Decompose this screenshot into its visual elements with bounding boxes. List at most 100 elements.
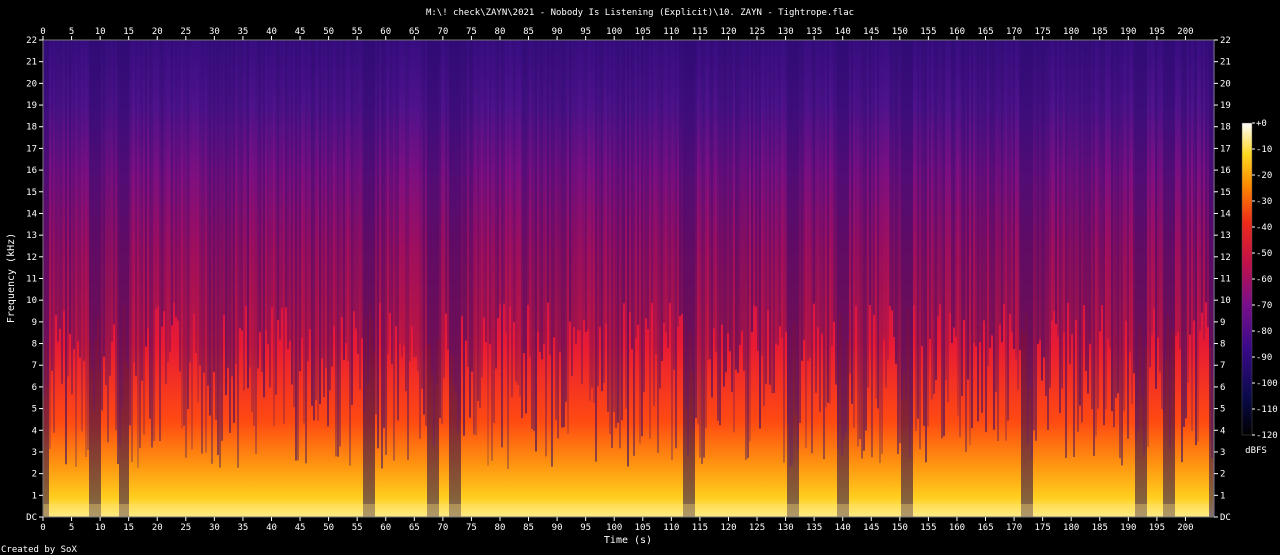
spectrogram-column — [615, 40, 617, 428]
spectrogram-column — [581, 40, 583, 384]
spectrogram-column-dip — [371, 318, 373, 517]
spectrogram-column — [1073, 40, 1075, 457]
spectrogram-column — [165, 40, 167, 384]
spectrogram-column — [1093, 40, 1095, 456]
y-tick-label-right: 2 — [1220, 470, 1225, 480]
spectrogram-column — [1125, 40, 1127, 321]
spectrogram-column — [533, 40, 535, 432]
spectrogram-column — [1051, 40, 1053, 321]
y-tick-label-right: 3 — [1220, 448, 1225, 458]
x-tick-label-bottom: 40 — [266, 523, 277, 533]
spectrogram-column-dip — [1209, 347, 1211, 517]
spectrogram-column — [161, 40, 163, 327]
spectrogram-column — [877, 40, 879, 409]
spectrogram-column — [923, 40, 925, 426]
spectrogram-column-dip — [847, 340, 849, 517]
spectrogram-column — [221, 40, 223, 441]
spectrogram-column — [293, 40, 295, 408]
spectrogram-column — [709, 40, 711, 360]
spectrogram-column — [1183, 40, 1185, 427]
y-tick-label-right: 9 — [1220, 318, 1225, 328]
spectrogram-column — [541, 40, 543, 360]
spectrogram-column — [897, 40, 899, 455]
colorbar-tick-label: -100 — [1256, 379, 1278, 389]
spectrogram-column — [1097, 40, 1099, 409]
spectrogram-column — [853, 40, 855, 428]
spectrogram-column — [979, 40, 981, 342]
spectrogram-column — [505, 40, 507, 333]
x-tick-label-bottom: 50 — [323, 523, 334, 533]
x-tick-label-top: 45 — [295, 27, 306, 37]
spectrogram-column — [773, 40, 775, 394]
spectrogram-column — [47, 40, 49, 387]
x-tick-label-top: 170 — [1006, 27, 1022, 37]
spectrogram-column — [385, 40, 387, 455]
x-tick-label-bottom: 30 — [209, 523, 220, 533]
spectrogram-column — [351, 40, 353, 405]
spectrogram-column — [675, 40, 677, 449]
spectrogram-column — [1189, 40, 1191, 335]
x-tick-label-top: 165 — [977, 27, 993, 37]
spectrogram-column — [529, 40, 531, 357]
spectrogram-column — [75, 40, 77, 467]
spectrogram-column — [1045, 40, 1047, 396]
x-tick-label-bottom: 110 — [663, 523, 679, 533]
spectrogram-column — [1169, 40, 1171, 450]
spectrogram-column — [61, 40, 63, 384]
spectrogram-column — [693, 40, 695, 430]
spectrogram-column — [453, 40, 455, 386]
spectrogram-column — [585, 40, 587, 332]
spectrogram-column-dip — [839, 313, 841, 517]
spectrogram-column — [515, 40, 517, 382]
x-tick-label-top: 185 — [1092, 27, 1108, 37]
spectrogram-column-dip — [435, 385, 437, 517]
spectrogram-column — [473, 40, 475, 435]
x-tick-label-top: 80 — [495, 27, 506, 37]
spectrogram-column — [1177, 40, 1179, 333]
y-tick-label-right: 21 — [1220, 58, 1231, 68]
spectrogram-column-dip — [455, 394, 457, 517]
spectrogram-column — [393, 40, 395, 461]
spectrogram-column — [409, 40, 411, 362]
spectrogram-column — [537, 40, 539, 332]
spectrogram-column-dip — [1029, 388, 1031, 517]
spectrogram-column — [789, 40, 791, 468]
spectrogram-column — [1199, 40, 1201, 331]
spectrogram-column — [273, 40, 275, 427]
spectrogram-column — [171, 40, 173, 326]
spectrogram-column — [797, 40, 799, 450]
spectrogram-column — [737, 40, 739, 373]
spectrogram-column — [661, 40, 663, 361]
spectrogram-column — [159, 40, 161, 442]
spectrogram-column — [1039, 40, 1041, 340]
spectrogram-column-dip — [449, 377, 451, 517]
spectrogram-column — [1121, 40, 1123, 466]
spectrogram-column — [603, 40, 605, 383]
spectrogram-column-dip — [1167, 316, 1169, 517]
spectrogram-column — [571, 40, 573, 376]
spectrogram-column — [699, 40, 701, 458]
spectrogram-column — [939, 40, 941, 305]
x-tick-label-bottom: 70 — [437, 523, 448, 533]
spectrogram-column — [681, 40, 683, 314]
spectrogram-column — [951, 40, 953, 343]
spectrogram-column — [1155, 40, 1157, 389]
spectrogram-column-dip — [95, 339, 97, 517]
spectrogram-column — [881, 40, 883, 454]
spectrogram-column — [793, 40, 795, 322]
spectrogram-column — [239, 40, 241, 329]
spectrogram-column — [983, 40, 985, 321]
spectrogram-column — [811, 40, 813, 454]
spectrogram-column — [1179, 40, 1181, 349]
x-tick-label-bottom: 75 — [466, 523, 477, 533]
spectrogram-column — [457, 40, 459, 434]
spectrogram-column — [1047, 40, 1049, 431]
spectrogram-column — [1139, 40, 1141, 325]
spectrogram-column — [71, 40, 73, 395]
spectrogram-column — [909, 40, 911, 459]
x-tick-label-bottom: 115 — [692, 523, 708, 533]
spectrogram-column — [233, 40, 235, 423]
spectrogram-column — [95, 40, 97, 340]
x-axis-bottom: 0 5 10 15 20 25 30 35 40 45 50 55 60 65 70 75 80 85 90 95 10… — [40, 517, 1194, 533]
spectrogram-column — [1087, 40, 1089, 394]
